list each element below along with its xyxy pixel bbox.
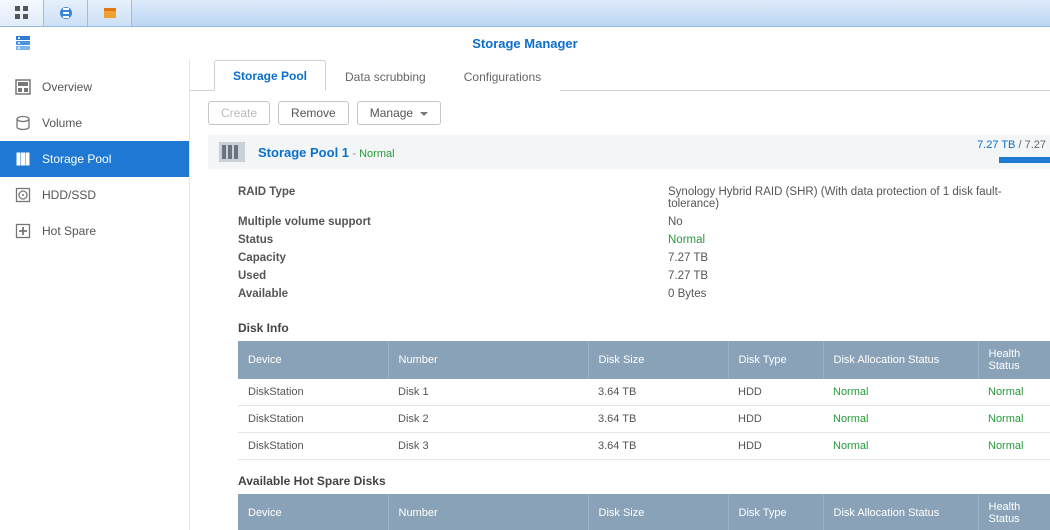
taskbar-apps-button[interactable]	[0, 0, 44, 26]
col-header-device[interactable]: Device	[238, 494, 388, 530]
chevron-down-icon	[420, 112, 428, 116]
cell-size: 3.64 TB	[588, 406, 728, 433]
col-header-number[interactable]: Number	[388, 341, 588, 379]
prop-label-available: Available	[238, 288, 668, 300]
cell-type: HDD	[728, 379, 823, 406]
cell-type: HDD	[728, 406, 823, 433]
prop-label-raid: RAID Type	[238, 186, 668, 210]
cell-device: DiskStation	[238, 379, 388, 406]
table-row[interactable]: DiskStationDisk 23.64 TBHDDNormalNormal	[238, 406, 1050, 433]
pool-header[interactable]: Storage Pool 1 - Normal 7.27 TB / 7.27	[208, 135, 1050, 169]
col-header-alloc[interactable]: Disk Allocation Status	[823, 341, 978, 379]
manage-button-label: Manage	[370, 106, 413, 120]
cell-number: Disk 1	[388, 379, 588, 406]
sidebar-item-storage-pool[interactable]: Storage Pool	[0, 141, 189, 177]
pool-usage-bar	[999, 157, 1050, 163]
cell-health: Normal	[978, 406, 1050, 433]
system-taskbar	[0, 0, 1050, 27]
col-header-type[interactable]: Disk Type	[728, 341, 823, 379]
hot-spare-table: Device Number Disk Size Disk Type Disk A…	[238, 494, 1050, 530]
cell-alloc: Normal	[823, 406, 978, 433]
volume-icon	[14, 114, 32, 132]
prop-value-available: 0 Bytes	[668, 288, 1050, 300]
sidebar-item-label: Hot Spare	[42, 224, 96, 238]
sidebar-item-hdd-ssd[interactable]: HDD/SSD	[0, 177, 189, 213]
sidebar-item-label: HDD/SSD	[42, 188, 96, 202]
section-title-hot-spare: Available Hot Spare Disks	[190, 460, 1050, 494]
disk-info-table: Device Number Disk Size Disk Type Disk A…	[238, 341, 1050, 460]
col-header-health[interactable]: Health Status	[978, 494, 1050, 530]
cell-type: HDD	[728, 433, 823, 460]
pool-status-short: Normal	[359, 148, 394, 160]
sidebar-item-overview[interactable]: Overview	[0, 69, 189, 105]
overview-icon	[14, 78, 32, 96]
sidebar: Overview Volume Storage Pool HDD/SSD Hot	[0, 59, 190, 530]
prop-value-mvs: No	[668, 216, 1050, 228]
prop-label-capacity: Capacity	[238, 252, 668, 264]
cell-number: Disk 3	[388, 433, 588, 460]
taskbar-app-2[interactable]	[88, 0, 132, 26]
cell-size: 3.64 TB	[588, 433, 728, 460]
tab-configurations[interactable]: Configurations	[445, 61, 560, 91]
pool-title: Storage Pool 1	[258, 145, 349, 160]
storage-manager-icon	[14, 34, 32, 52]
pool-usage-used[interactable]: 7.27 TB	[977, 139, 1015, 151]
package-app-icon	[102, 5, 118, 21]
cell-device: DiskStation	[238, 406, 388, 433]
window-titlebar: Storage Manager	[0, 27, 1050, 59]
col-header-device[interactable]: Device	[238, 341, 388, 379]
remove-button[interactable]: Remove	[278, 101, 349, 125]
pool-usage-total: 7.27	[1025, 139, 1046, 151]
table-row[interactable]: DiskStationDisk 13.64 TBHDDNormalNormal	[238, 379, 1050, 406]
hot-spare-icon	[14, 222, 32, 240]
prop-value-used: 7.27 TB	[668, 270, 1050, 282]
hdd-icon	[14, 186, 32, 204]
window-title: Storage Manager	[472, 36, 577, 51]
table-row[interactable]: DiskStationDisk 33.64 TBHDDNormalNormal	[238, 433, 1050, 460]
manage-button[interactable]: Manage	[357, 101, 442, 125]
prop-label-status: Status	[238, 234, 668, 246]
col-header-health[interactable]: Health Status	[978, 341, 1050, 379]
prop-value-status: Normal	[668, 234, 1050, 246]
grid-icon	[14, 5, 30, 21]
section-title-disk-info: Disk Info	[190, 307, 1050, 341]
tab-storage-pool[interactable]: Storage Pool	[214, 60, 326, 91]
pool-icon	[218, 141, 246, 163]
cell-size: 3.64 TB	[588, 379, 728, 406]
app-icon	[14, 34, 32, 55]
sidebar-item-hot-spare[interactable]: Hot Spare	[0, 213, 189, 249]
cell-alloc: Normal	[823, 433, 978, 460]
sidebar-item-label: Storage Pool	[42, 152, 111, 166]
taskbar-app-1[interactable]	[44, 0, 88, 26]
cell-alloc: Normal	[823, 379, 978, 406]
cell-health: Normal	[978, 433, 1050, 460]
tab-bar: Storage Pool Data scrubbing Configuratio…	[190, 59, 1050, 91]
tab-data-scrubbing[interactable]: Data scrubbing	[326, 61, 445, 91]
sidebar-item-label: Overview	[42, 80, 92, 94]
main-content: Storage Pool Data scrubbing Configuratio…	[190, 59, 1050, 530]
cell-health: Normal	[978, 379, 1050, 406]
pool-properties: RAID TypeSynology Hybrid RAID (SHR) (Wit…	[190, 169, 1050, 307]
prop-label-mvs: Multiple volume support	[238, 216, 668, 228]
col-header-size[interactable]: Disk Size	[588, 341, 728, 379]
create-button[interactable]: Create	[208, 101, 270, 125]
storage-pool-icon	[14, 150, 32, 168]
action-toolbar: Create Remove Manage	[190, 91, 1050, 135]
prop-value-raid: Synology Hybrid RAID (SHR) (With data pr…	[668, 186, 1050, 210]
col-header-alloc[interactable]: Disk Allocation Status	[823, 494, 978, 530]
cell-device: DiskStation	[238, 433, 388, 460]
col-header-size[interactable]: Disk Size	[588, 494, 728, 530]
storage-app-icon	[58, 5, 74, 21]
sidebar-item-volume[interactable]: Volume	[0, 105, 189, 141]
pool-usage-summary: 7.27 TB / 7.27	[977, 139, 1046, 151]
sidebar-item-label: Volume	[42, 116, 82, 130]
cell-number: Disk 2	[388, 406, 588, 433]
prop-value-capacity: 7.27 TB	[668, 252, 1050, 264]
col-header-type[interactable]: Disk Type	[728, 494, 823, 530]
col-header-number[interactable]: Number	[388, 494, 588, 530]
prop-label-used: Used	[238, 270, 668, 282]
